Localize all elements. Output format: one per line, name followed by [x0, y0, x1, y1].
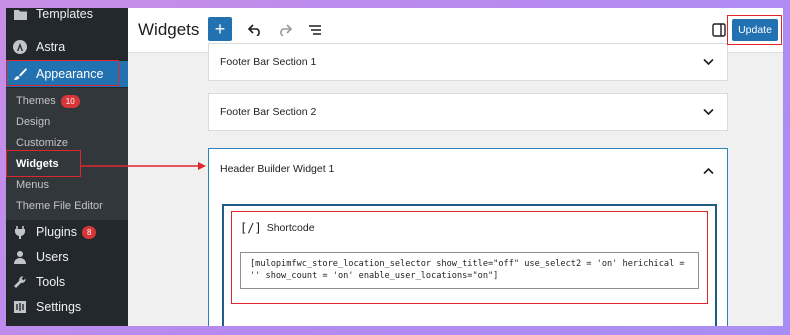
submenu-item-label: Theme File Editor	[16, 200, 103, 212]
panel-title: Footer Bar Section 1	[220, 56, 317, 68]
sidebar-item-label: Plugins	[36, 225, 77, 239]
sidebar-item-label: Appearance	[36, 67, 104, 81]
users-icon	[12, 249, 28, 265]
page-title: Widgets	[138, 20, 200, 39]
shortcode-input[interactable]: [mulopimfwc_store_location_selector show…	[240, 252, 699, 289]
widget-area-header-builder-1[interactable]: Header Builder Widget 1 [/] Shortcode [m…	[208, 148, 728, 326]
submenu-item-themes[interactable]: Themes 10	[16, 91, 80, 111]
update-count-badge: 8	[82, 225, 97, 239]
sidebar-item-templates[interactable]: Templates	[6, 8, 128, 26]
shortcode-label: Shortcode	[266, 222, 315, 234]
plug-icon	[12, 224, 28, 240]
chevron-up-icon[interactable]	[703, 167, 714, 175]
widgets-area: Footer Bar Section 1 Footer Bar Section …	[128, 43, 783, 326]
submenu-item-widgets[interactable]: Widgets	[16, 154, 59, 174]
submenu-item-label: Design	[16, 116, 51, 128]
paintbrush-icon	[12, 66, 28, 82]
sidebar-item-users[interactable]: Users	[6, 245, 128, 269]
submenu-item-theme-file-editor[interactable]: Theme File Editor	[16, 196, 103, 216]
redo-button[interactable]	[276, 21, 294, 39]
list-view-button[interactable]	[306, 21, 324, 39]
settings-panel-toggle[interactable]	[710, 21, 728, 39]
panel-title: Header Builder Widget 1	[220, 163, 335, 175]
list-view-icon	[309, 25, 321, 35]
undo-button[interactable]	[246, 21, 264, 39]
submenu-item-label: Themes	[16, 95, 56, 107]
shortcode-block[interactable]: [/] Shortcode [mulopimfwc_store_location…	[231, 211, 708, 304]
settings-icon	[12, 299, 28, 315]
plus-icon: +	[214, 19, 226, 39]
sidebar-item-label: Templates	[36, 8, 93, 21]
wrench-icon	[12, 274, 28, 290]
sidebar-item-label: Tools	[36, 275, 66, 289]
submenu-item-customize[interactable]: Customize	[16, 133, 68, 153]
submenu-item-label: Customize	[16, 137, 68, 149]
chevron-down-icon	[703, 108, 714, 116]
redo-icon	[280, 24, 292, 36]
submenu-item-label: Widgets	[16, 158, 59, 170]
folder-icon	[12, 8, 28, 22]
widget-area-footer-bar-2[interactable]: Footer Bar Section 2	[208, 93, 728, 131]
sidebar-item-astra[interactable]: Astra	[6, 35, 128, 59]
sidebar-toggle-icon	[712, 23, 726, 37]
submenu-item-label: Menus	[16, 179, 50, 191]
panel-title: Footer Bar Section 2	[220, 106, 317, 118]
submenu-item-design[interactable]: Design	[16, 112, 50, 132]
submenu-item-menus[interactable]: Menus	[16, 175, 49, 195]
update-button[interactable]: Update	[732, 19, 778, 41]
chevron-down-icon	[703, 58, 714, 66]
astra-icon	[12, 39, 28, 55]
update-count-badge: 10	[60, 94, 80, 108]
sidebar-item-label: Settings	[36, 300, 82, 314]
sidebar-item-settings[interactable]: Settings	[6, 295, 128, 319]
widget-area-footer-bar-1[interactable]: Footer Bar Section 1	[208, 43, 728, 81]
sidebar-item-label: Users	[36, 250, 69, 264]
undo-icon	[248, 24, 260, 36]
shortcode-icon: [/]	[240, 221, 262, 235]
appearance-submenu: Themes 10 Design Customize Widgets Menus…	[6, 88, 128, 220]
sidebar-item-appearance[interactable]: Appearance	[6, 61, 128, 87]
shortcode-block-header: [/] Shortcode	[240, 221, 315, 235]
sidebar-item-tools[interactable]: Tools	[6, 270, 128, 294]
annotation-arrow-icon	[81, 162, 206, 170]
sidebar-item-plugins[interactable]: Plugins 8	[6, 220, 128, 244]
add-block-button[interactable]: +	[208, 17, 232, 41]
sidebar-item-label: Astra	[36, 40, 66, 54]
